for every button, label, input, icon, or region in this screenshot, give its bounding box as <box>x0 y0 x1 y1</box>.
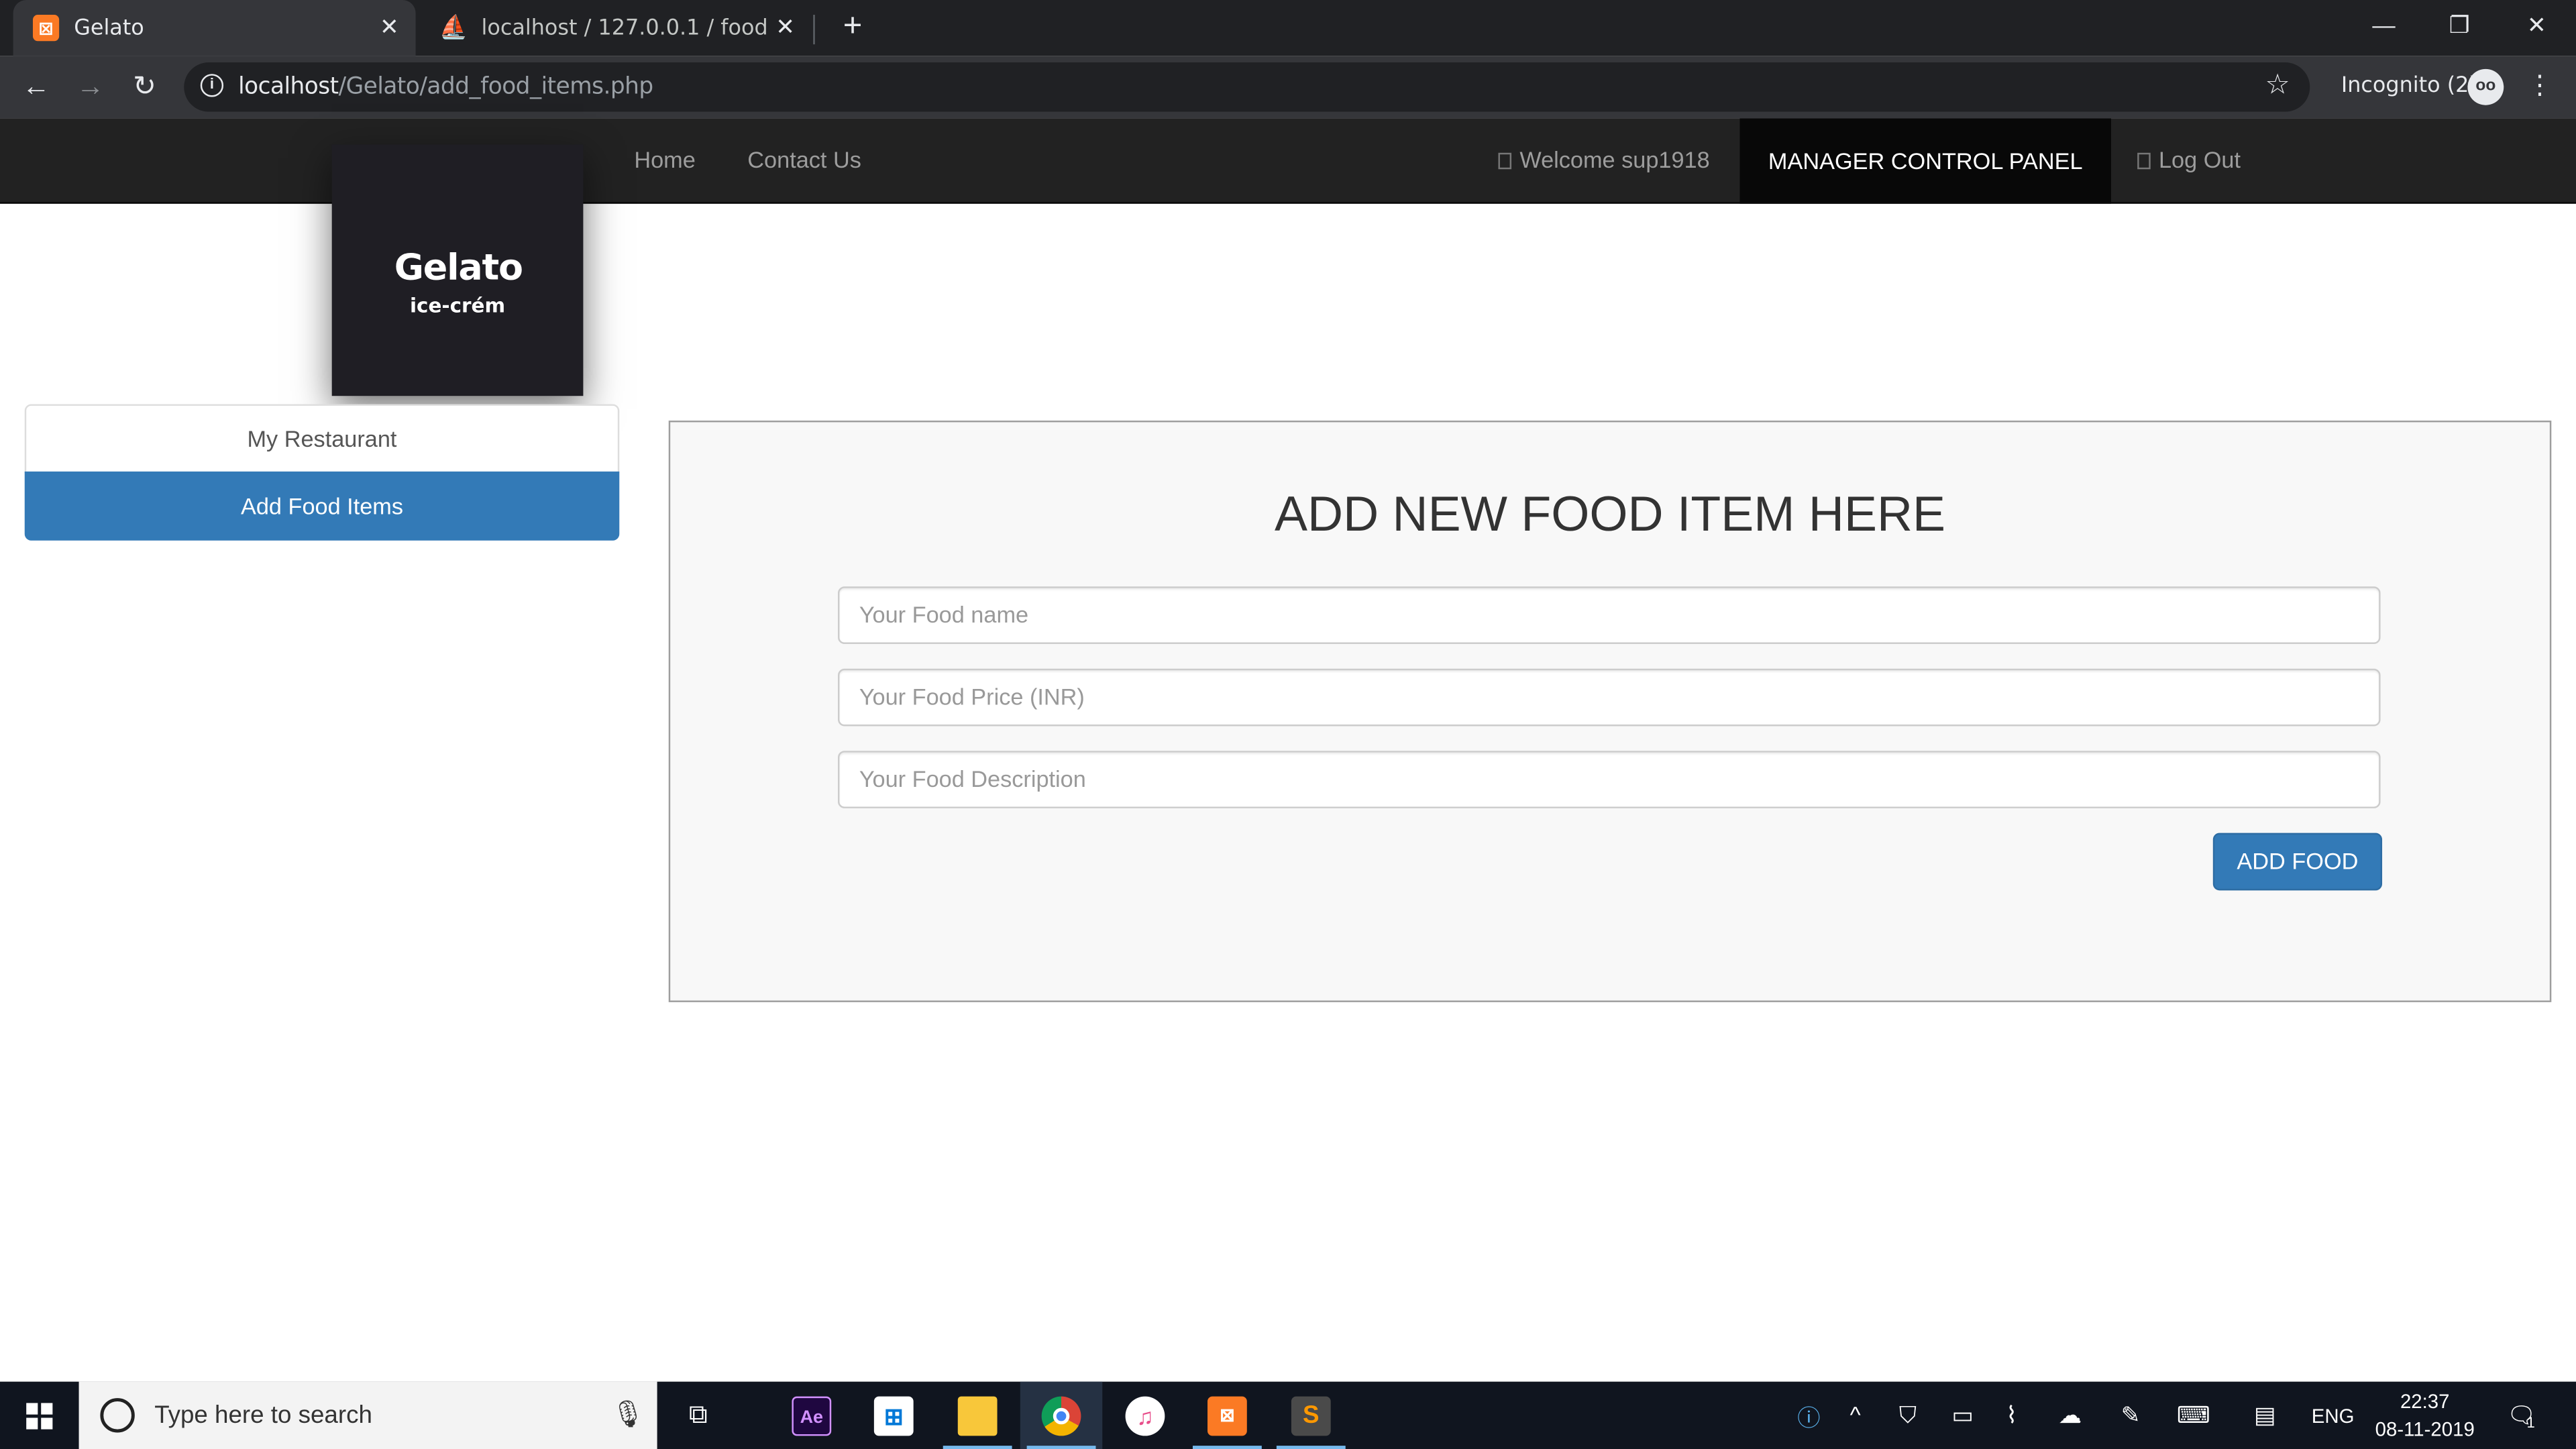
taskbar-clock[interactable]: 22:37 08-11-2019 <box>2366 1388 2484 1444</box>
notification-center-icon[interactable]: 🗨 1 <box>2507 1401 2536 1432</box>
help-icon[interactable]: ⓘ <box>1797 1401 1820 1434</box>
form-heading: ADD NEW FOOD ITEM HERE <box>1275 488 1946 543</box>
user-icon <box>1498 152 1512 170</box>
info-icon[interactable]: i <box>200 74 224 97</box>
browser-menu-icon[interactable]: ⋮ <box>2524 69 2557 102</box>
nav-manager-control-panel[interactable]: MANAGER CONTROL PANEL <box>1739 118 2111 204</box>
touch-keyboard-icon[interactable]: ⌨ <box>2177 1401 2210 1430</box>
browser-toolbar: ← → ↻ i localhost/Gelato/add_food_items.… <box>0 56 2576 119</box>
search-placeholder: Type here to search <box>154 1401 372 1430</box>
minimize-icon[interactable]: — <box>2346 0 2422 49</box>
mcafee-icon[interactable]: ⛉ <box>1899 1401 1917 1430</box>
browser-tab-strip: ⊠ Gelato ✕ ⛵ localhost / 127.0.0.1 / foo… <box>0 0 2576 56</box>
back-icon[interactable]: ← <box>15 66 58 109</box>
incognito-label[interactable]: Incognito (2) <box>2341 74 2477 99</box>
add-food-form-panel: ADD NEW FOOD ITEM HERE Your Food name Yo… <box>668 420 2552 1002</box>
logo-subtitle: ice-crém <box>409 294 506 317</box>
gelato-logo[interactable]: Gelato ice-crém <box>331 144 584 396</box>
start-button[interactable] <box>0 1382 79 1449</box>
logo-name: Gelato <box>394 248 523 290</box>
nav-log-out[interactable]: Log Out <box>2137 146 2241 172</box>
windows-taskbar: Type here to search 🎙 ⧉ Ae ⊞ ♫ ⊠ S ⓘ ^ ⛉… <box>0 1381 2576 1449</box>
tab-separator <box>813 15 815 45</box>
clock-time: 22:37 <box>2400 1389 2450 1413</box>
restore-icon[interactable]: ❐ <box>2422 0 2498 49</box>
after-effects-icon[interactable]: Ae <box>771 1382 853 1449</box>
windows-logo-icon <box>26 1402 53 1429</box>
store-icon[interactable]: ⊞ <box>853 1382 934 1449</box>
sidebar-item-add-food-items[interactable]: Add Food Items <box>24 471 620 541</box>
battery-icon[interactable]: ▭ <box>1951 1401 1973 1430</box>
cortana-icon[interactable] <box>100 1398 135 1433</box>
sidebar-item-my-restaurant[interactable]: My Restaurant <box>24 404 620 474</box>
language-indicator[interactable]: ENG <box>2312 1405 2355 1428</box>
forward-icon[interactable]: → <box>69 66 112 109</box>
xampp-icon: ⊠ <box>32 15 60 42</box>
food-name-input[interactable]: Your Food name <box>837 586 2381 645</box>
notification-count: 1 <box>2526 1414 2535 1432</box>
task-view-icon[interactable]: ⧉ <box>657 1382 739 1449</box>
itunes-icon[interactable]: ♫ <box>1104 1382 1186 1449</box>
tab-title: Gelato <box>74 15 144 41</box>
reload-icon[interactable]: ↻ <box>123 66 166 109</box>
screen: ⊠ Gelato ✕ ⛵ localhost / 127.0.0.1 / foo… <box>0 0 2576 1449</box>
incognito-icon[interactable]: oo <box>2467 68 2504 105</box>
clock-date: 08-11-2019 <box>2375 1417 2475 1441</box>
chrome-icon[interactable] <box>1020 1381 1103 1449</box>
tablet-mode-icon[interactable]: ▤ <box>2254 1401 2275 1430</box>
address-bar[interactable]: i localhost/Gelato/add_food_items.php ☆ <box>184 62 2310 112</box>
network-icon[interactable]: ⌇ <box>2006 1401 2017 1430</box>
add-food-button[interactable]: ADD FOOD <box>2212 833 2383 891</box>
close-tab-icon[interactable]: ✕ <box>373 15 406 41</box>
manager-sidebar: My Restaurant Add Food Items <box>24 404 620 541</box>
tab-phpmyadmin[interactable]: ⛵ localhost / 127.0.0.1 / foodorder ✕ <box>421 0 812 56</box>
nav-home[interactable]: Home <box>634 146 695 172</box>
nav-welcome-user[interactable]: Welcome sup1918 <box>1498 146 1710 172</box>
food-description-input[interactable]: Your Food Description <box>837 751 2381 808</box>
xampp-taskbar-icon[interactable]: ⊠ <box>1186 1382 1268 1449</box>
tab-title: localhost / 127.0.0.1 / foodorder <box>481 15 769 41</box>
food-price-input[interactable]: Your Food Price (INR) <box>837 668 2381 727</box>
url-text[interactable]: localhost/Gelato/add_food_items.php <box>238 74 653 100</box>
close-window-icon[interactable]: ✕ <box>2499 0 2575 49</box>
show-hidden-icons[interactable]: ^ <box>1850 1401 1861 1428</box>
logout-icon <box>2137 152 2151 170</box>
new-tab-icon[interactable]: + <box>835 8 871 48</box>
taskbar-search[interactable]: Type here to search 🎙 <box>78 1381 657 1449</box>
phpmyadmin-icon: ⛵ <box>439 15 468 42</box>
microphone-icon[interactable]: 🎙 <box>611 1398 645 1431</box>
pen-icon[interactable]: ✎ <box>2121 1401 2141 1430</box>
onedrive-icon[interactable]: ☁ <box>2059 1401 2082 1430</box>
nav-contact-us[interactable]: Contact Us <box>747 146 861 172</box>
tab-gelato[interactable]: ⊠ Gelato ✕ <box>13 0 416 56</box>
sublime-text-icon[interactable]: S <box>1270 1382 1352 1449</box>
bookmark-star-icon[interactable]: ☆ <box>2265 69 2290 102</box>
file-explorer-icon[interactable] <box>936 1382 1018 1449</box>
close-tab-icon[interactable]: ✕ <box>769 15 802 41</box>
